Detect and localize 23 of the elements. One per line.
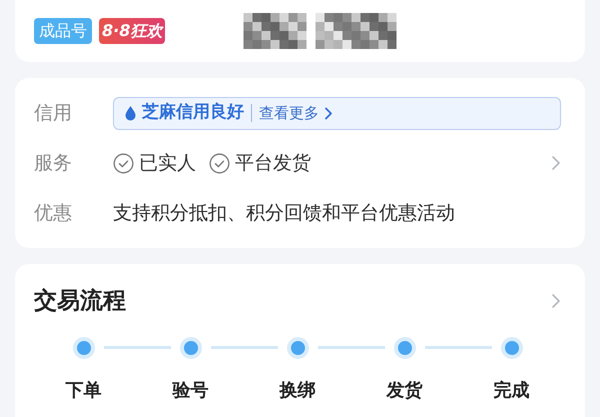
credit-rating: 芝麻信用良好 bbox=[142, 101, 244, 124]
tag: 8·8狂欢 bbox=[99, 18, 166, 44]
step-label: 换绑 bbox=[280, 378, 316, 402]
chevron-right-icon bbox=[551, 293, 561, 310]
section-title: 交易流程 bbox=[34, 287, 126, 316]
tag: 成品号 bbox=[34, 18, 92, 44]
check-circle-icon bbox=[209, 152, 230, 174]
step-label: 下单 bbox=[66, 378, 102, 402]
chevron-right-icon bbox=[551, 155, 561, 171]
discount-text: 支持积分抵扣、积分回馈和平台优惠活动 bbox=[113, 202, 455, 224]
service-label: 已实人 bbox=[139, 150, 196, 176]
step-label: 完成 bbox=[494, 378, 530, 402]
step-label: 发货 bbox=[386, 378, 422, 402]
row-label: 信用 bbox=[34, 100, 73, 126]
see-more-link[interactable]: 查看更多 bbox=[259, 102, 319, 124]
row-label: 优惠 bbox=[34, 200, 73, 226]
service-label: 平台发货 bbox=[235, 150, 311, 176]
check-circle-icon bbox=[113, 152, 134, 174]
drop-icon bbox=[124, 105, 137, 121]
chevron-right-icon bbox=[324, 106, 333, 120]
credit-badge[interactable]: 芝麻信用良好 查看更多 bbox=[113, 96, 561, 130]
step-label: 验号 bbox=[172, 378, 208, 402]
row-label: 服务 bbox=[34, 150, 73, 176]
